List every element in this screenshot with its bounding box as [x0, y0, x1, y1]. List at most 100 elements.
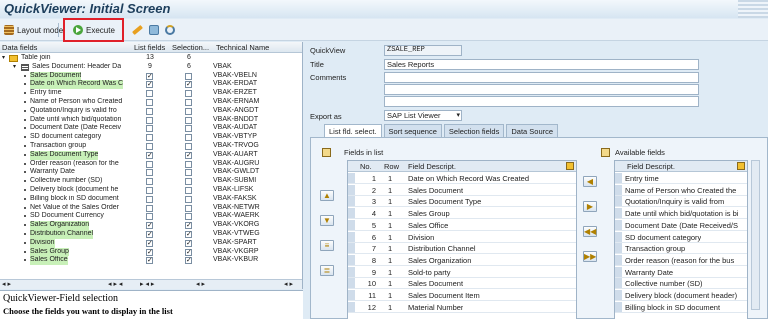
selection-field-checkbox[interactable]: ✓ [185, 81, 192, 89]
selection-field-checkbox[interactable] [185, 195, 192, 203]
title-field[interactable]: Sales Reports [384, 59, 699, 70]
selection-field-checkbox[interactable] [185, 134, 192, 142]
row-selector[interactable] [615, 254, 622, 265]
list-field-checkbox[interactable]: ✓ [146, 231, 153, 238]
table-row[interactable]: 4 1 Sales Group [348, 208, 576, 220]
table-row[interactable]: 10 1 Sales Document [348, 278, 576, 290]
expand-toggle-icon[interactable]: ▾ [13, 63, 16, 72]
list-item[interactable]: Quotation/Inquiry is valid from [615, 196, 747, 208]
table-row[interactable]: 7 1 Distribution Channel [348, 243, 576, 255]
list-field-checkbox[interactable] [146, 178, 153, 186]
selection-field-checkbox[interactable] [185, 187, 192, 194]
tree-row[interactable]: Collective number (SD) VBAK-SUBMI [0, 177, 302, 186]
list-field-checkbox[interactable]: ✓ [146, 72, 153, 80]
layout-mode-button[interactable]: Layout mode [1, 22, 66, 38]
row-selector[interactable] [615, 208, 622, 219]
list-item[interactable]: Name of Person who Created the [615, 184, 747, 196]
selection-field-checkbox[interactable] [185, 204, 192, 212]
col-available-field-descript[interactable]: Field Descript. [627, 162, 675, 171]
tree-row[interactable]: Sales Office ✓ ✓ VBAK-VKBUR [0, 256, 302, 266]
move-all-right-button[interactable]: ▶▶ [583, 251, 597, 262]
col-technical-name[interactable]: Technical Name [216, 43, 269, 52]
row-selector[interactable] [348, 290, 355, 300]
selection-field-checkbox[interactable]: ✓ [185, 248, 192, 256]
table-row[interactable]: 2 1 Sales Document [348, 184, 576, 196]
list-field-checkbox[interactable]: ✓ [146, 151, 153, 159]
table-row[interactable]: 6 1 Division [348, 231, 576, 243]
row-selector[interactable] [348, 266, 355, 277]
list-field-checkbox[interactable] [146, 143, 153, 150]
tree-row[interactable]: Transaction group VBAK-TRVOG [0, 142, 302, 151]
table-row[interactable]: 12 1 Material Number [348, 301, 576, 313]
col-field-descript[interactable]: Field Descript. [408, 162, 456, 171]
list-field-checkbox[interactable] [146, 125, 153, 133]
available-grid-settings-icon[interactable] [737, 162, 745, 170]
table-row[interactable]: 5 1 Sales Office [348, 219, 576, 231]
selection-field-checkbox[interactable]: ✓ [185, 257, 192, 265]
col-no[interactable]: No. [360, 162, 372, 171]
selection-field-checkbox[interactable] [185, 213, 192, 221]
tree-row[interactable]: Document Date (Date Receiv VBAK-AUDAT [0, 124, 302, 133]
scroll-left-icon-2[interactable]: ◂ ▸ ◂ [108, 280, 122, 288]
right-vertical-scrollbar[interactable] [751, 160, 760, 310]
row-selector[interactable] [348, 196, 355, 207]
tree-row[interactable]: SD Document Currency VBAK-WAERK [0, 212, 302, 221]
list-item[interactable]: Date until which bid/quotation is bi [615, 208, 747, 220]
list-field-checkbox[interactable]: ✓ [146, 222, 153, 230]
list-field-checkbox[interactable] [146, 187, 153, 194]
col-data-fields[interactable]: Data fields [2, 43, 37, 52]
row-selector[interactable] [615, 231, 622, 242]
tree-row[interactable]: Delivery block (document he VBAK-LIFSK [0, 186, 302, 195]
selection-field-checkbox[interactable] [185, 160, 192, 168]
tab-list-field-select[interactable]: List fld. select. [324, 124, 382, 137]
col-row[interactable]: Row [384, 162, 399, 171]
tree-row[interactable]: Sales Group ✓ ✓ VBAK-VKGRP [0, 247, 302, 257]
comments-field-2[interactable] [384, 84, 699, 95]
expand-toggle-icon[interactable]: ▾ [2, 54, 5, 63]
move-right-button[interactable]: ▶ [583, 201, 597, 212]
tab-selection-fields[interactable]: Selection fields [443, 124, 505, 137]
list-field-checkbox[interactable]: ✓ [146, 248, 153, 256]
row-selector[interactable] [348, 243, 355, 254]
row-selector[interactable] [615, 290, 622, 300]
move-all-left-button[interactable]: ◀◀ [583, 226, 597, 237]
comments-field-3[interactable] [384, 96, 699, 107]
pencil-button[interactable] [129, 22, 146, 38]
selection-field-checkbox[interactable] [185, 178, 192, 186]
tree-row[interactable]: Sales Document Type ✓ ✓ VBAK-AUART [0, 150, 302, 160]
tree-row[interactable]: Net Value of the Sales Order VBAK-NETWR [0, 204, 302, 213]
list-field-checkbox[interactable]: ✓ [146, 257, 153, 265]
scroll-right-icon[interactable]: ◂ ▸ [196, 280, 205, 288]
row-selector[interactable] [348, 301, 355, 312]
list-field-checkbox[interactable] [146, 160, 153, 168]
tree-row[interactable]: Quotation/Inquiry is valid fro VBAK-ANGDT [0, 107, 302, 116]
table-row[interactable]: 9 1 Sold-to party [348, 266, 576, 278]
selection-field-checkbox[interactable] [185, 90, 192, 98]
list-item[interactable]: Warranty Date [615, 266, 747, 278]
col-list-fields[interactable]: List fields [134, 43, 165, 52]
nodes-button[interactable] [162, 22, 178, 38]
row-selector[interactable] [615, 173, 622, 183]
tree-row[interactable]: Sales Organization ✓ ✓ VBAK-VKORG [0, 221, 302, 230]
tree-row[interactable]: Sales Document ✓ VBAK-VBELN [0, 71, 302, 81]
row-selector[interactable] [348, 219, 355, 230]
list-item[interactable]: Document Date (Date Received/S [615, 219, 747, 231]
move-down-button[interactable]: ▼ [320, 215, 334, 226]
row-selector[interactable] [615, 301, 622, 312]
list-item[interactable]: Billing block in SD document [615, 301, 747, 313]
tree-row[interactable]: SD document category VBAK-VBTYP [0, 133, 302, 142]
list-item[interactable]: Collective number (SD) [615, 278, 747, 290]
delete-row-button[interactable]: ≣ [320, 265, 334, 276]
list-field-checkbox[interactable]: ✓ [146, 81, 153, 89]
list-item[interactable]: SD document category [615, 231, 747, 243]
selection-field-checkbox[interactable] [185, 107, 192, 115]
tree-row[interactable]: Date until which bid/quotation VBAK-BNDDT [0, 116, 302, 125]
move-left-button[interactable]: ◀ [583, 176, 597, 187]
row-selector[interactable] [615, 184, 622, 195]
row-selector[interactable] [615, 219, 622, 230]
tree-row[interactable]: Division ✓ ✓ VBAK-SPART [0, 238, 302, 248]
tab-data-source[interactable]: Data Source [506, 124, 559, 137]
list-field-checkbox[interactable] [146, 134, 153, 142]
selection-field-checkbox[interactable] [185, 99, 192, 106]
selection-field-checkbox[interactable]: ✓ [185, 222, 192, 230]
